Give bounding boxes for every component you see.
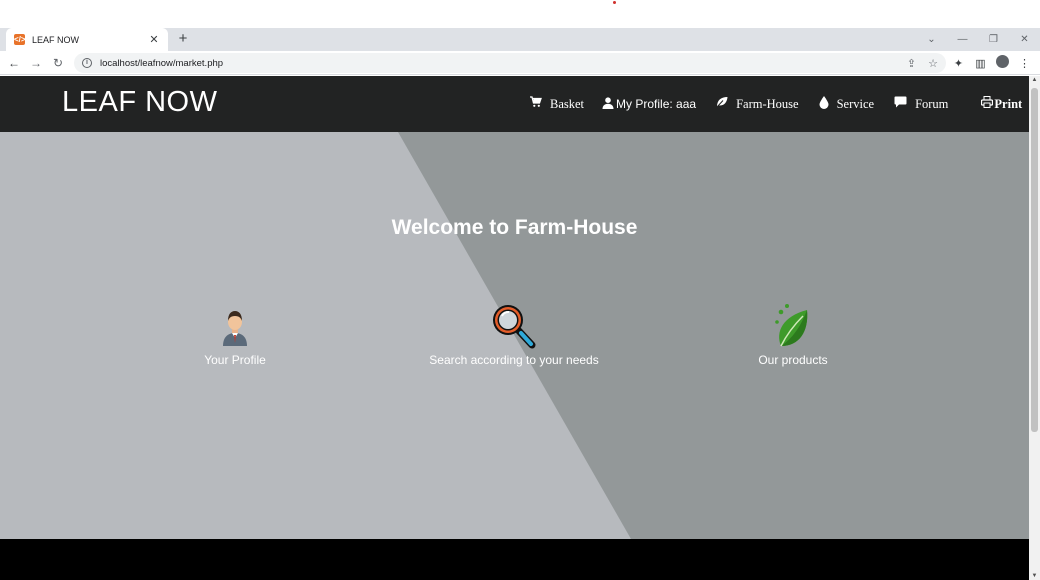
feature-search[interactable]: Search according to your needs xyxy=(384,302,644,367)
tab-close-icon[interactable]: ✕ xyxy=(148,33,160,46)
hero-title: Welcome to Farm-House xyxy=(391,216,638,239)
scroll-up-icon[interactable]: ▲ xyxy=(1031,77,1038,83)
nav-forum-label: Forum xyxy=(915,96,949,111)
brand-logo[interactable]: LEAF NOW xyxy=(62,86,217,119)
nav-service[interactable]: Service xyxy=(819,95,875,113)
feature-our-products[interactable]: Our products xyxy=(663,302,923,367)
info-icon[interactable]: i xyxy=(82,58,92,68)
hero-section: Welcome to Farm-House Your Profile Searc… xyxy=(0,132,1029,539)
close-icon[interactable]: ✕ xyxy=(1009,34,1040,45)
restore-icon[interactable]: ❐ xyxy=(978,34,1009,45)
scroll-down-icon[interactable]: ▼ xyxy=(1031,573,1038,579)
chevron-down-icon[interactable]: ⌄ xyxy=(916,34,947,45)
back-icon[interactable]: ← xyxy=(3,56,25,70)
drop-icon xyxy=(819,95,829,113)
scrollbar-thumb[interactable] xyxy=(1031,88,1038,432)
share-icon[interactable]: ⇪ xyxy=(907,57,916,70)
leaf-icon xyxy=(716,96,728,112)
address-bar[interactable]: i localhost/leafnow/market.php ⇪ ☆ xyxy=(74,53,946,73)
feature-your-profile-label: Your Profile xyxy=(204,353,266,367)
feature-our-products-label: Our products xyxy=(758,353,828,367)
comment-icon xyxy=(894,96,907,112)
nav-basket-label: Basket xyxy=(550,96,585,111)
browser-toolbar: ← → ↻ i localhost/leafnow/market.php ⇪ ☆… xyxy=(0,51,1040,75)
nav-print-label: Print xyxy=(994,96,1023,111)
minimize-icon[interactable]: — xyxy=(947,34,978,45)
feature-your-profile[interactable]: Your Profile xyxy=(105,302,365,367)
browser-tab-strip: </> LEAF NOW ✕ + ⌄ — ❐ ✕ xyxy=(0,28,1040,51)
extensions-icon[interactable]: ✦ xyxy=(952,57,965,70)
star-icon[interactable]: ☆ xyxy=(928,57,938,70)
feature-search-label: Search according to your needs xyxy=(429,353,599,367)
os-title-strip xyxy=(0,0,1040,28)
html-file-icon: </> xyxy=(14,34,26,45)
window-controls: ⌄ — ❐ ✕ xyxy=(916,28,1040,51)
new-tab-button[interactable]: + xyxy=(176,31,190,47)
indicator-dot xyxy=(613,1,616,4)
magnifier-icon xyxy=(493,305,536,349)
nav-forum[interactable]: Forum xyxy=(894,96,948,112)
print-icon xyxy=(981,96,994,112)
page-scrollbar[interactable]: ▲ ▼ xyxy=(1029,76,1040,580)
tab-title: LEAF NOW xyxy=(32,34,80,45)
nav-links: Basket My Profile: aaa Farm-House Servic… xyxy=(530,76,1022,132)
page-footer xyxy=(0,539,1029,580)
nav-my-profile-label: My Profile: aaa xyxy=(616,97,697,111)
nav-print[interactable]: Print xyxy=(981,96,1022,112)
profile-avatar-icon[interactable] xyxy=(996,55,1009,71)
url-text[interactable]: localhost/leafnow/market.php xyxy=(100,58,907,69)
nav-farm-house-label: Farm-House xyxy=(736,96,799,111)
side-panel-icon[interactable]: ▥ xyxy=(974,57,987,70)
page-viewport: LEAF NOW Basket My Profile: aaa Farm-Hou… xyxy=(0,76,1029,580)
user-icon xyxy=(602,96,614,112)
nav-my-profile[interactable]: My Profile: aaa xyxy=(602,96,697,112)
menu-icon[interactable]: ⋮ xyxy=(1018,57,1031,70)
browser-tab[interactable]: </> LEAF NOW ✕ xyxy=(6,28,168,51)
nav-basket[interactable]: Basket xyxy=(530,96,584,112)
cart-icon xyxy=(530,96,542,112)
site-navbar: LEAF NOW Basket My Profile: aaa Farm-Hou… xyxy=(0,76,1029,132)
green-leaf-icon xyxy=(775,304,808,347)
reload-icon[interactable]: ↻ xyxy=(47,56,69,70)
businessman-icon xyxy=(223,311,247,346)
nav-service-label: Service xyxy=(836,96,875,111)
forward-icon[interactable]: → xyxy=(25,56,47,70)
nav-farm-house[interactable]: Farm-House xyxy=(716,96,799,112)
